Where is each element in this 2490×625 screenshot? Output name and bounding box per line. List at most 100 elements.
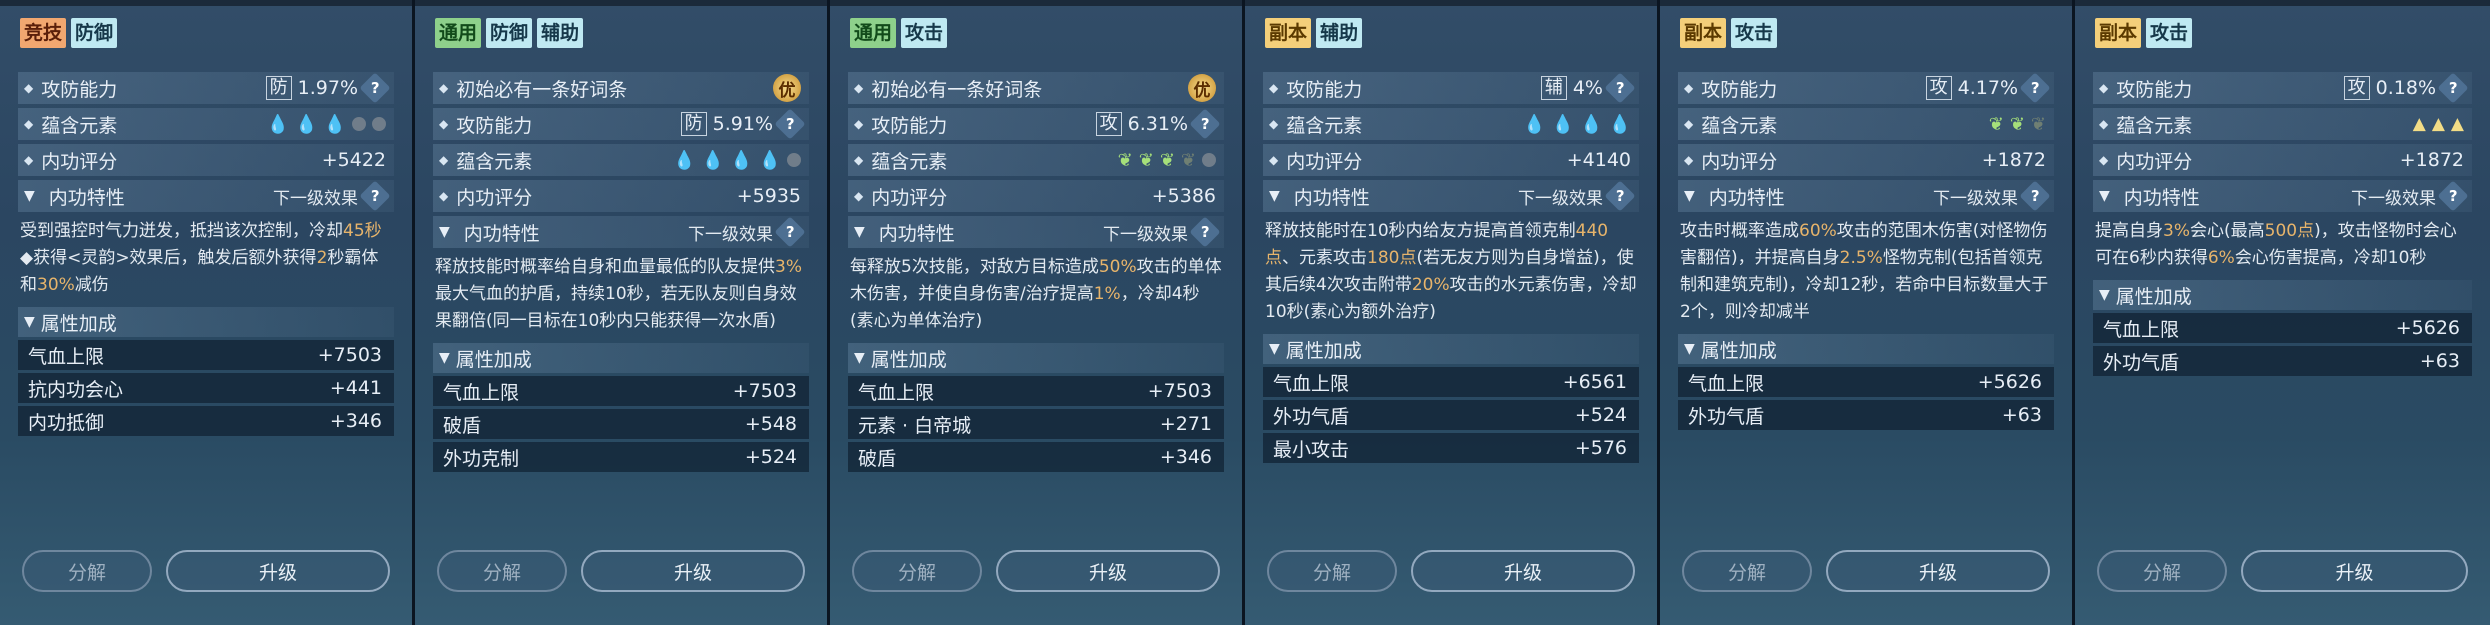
help-icon[interactable]: ?: [1189, 108, 1221, 140]
attribute-name: 内功抵御: [28, 411, 105, 434]
help-icon[interactable]: ?: [774, 216, 806, 248]
score-row: ◆ 内功评分 +1872: [2093, 144, 2472, 176]
desc-text: 会心(最高: [2189, 221, 2265, 241]
decompose-button[interactable]: 分解: [1682, 550, 1812, 592]
attribute-row: 气血上限 +7503: [18, 340, 394, 370]
diamond-bullet-icon: ◆: [1269, 153, 1279, 167]
diamond-bullet-icon: ◆: [2099, 81, 2109, 95]
element-label: 蕴含元素: [456, 150, 533, 173]
attack-defense-value: 6.31%: [1127, 113, 1188, 135]
diamond-bullet-icon: ◆: [439, 81, 449, 95]
upgrade-button[interactable]: 升级: [581, 550, 805, 592]
upgrade-button[interactable]: 升级: [1826, 550, 2050, 592]
trait-label: 内功特性: [2123, 186, 2200, 209]
help-icon[interactable]: ?: [359, 72, 391, 104]
help-icon[interactable]: ?: [1604, 180, 1636, 212]
chevron-down-icon: ▼: [439, 224, 450, 240]
diamond-bullet-icon: ◆: [439, 189, 449, 203]
attribute-row: 破盾 +346: [848, 442, 1224, 472]
upgrade-button[interactable]: 升级: [2241, 550, 2468, 592]
upgrade-button[interactable]: 升级: [1411, 550, 1635, 592]
highlight-value: 45秒: [343, 221, 382, 241]
diamond-bullet-icon: ◆: [854, 117, 864, 131]
element-row: ◆ 蕴含元素 ❦ ❦ ❦: [1678, 108, 2054, 140]
decompose-button[interactable]: 分解: [22, 550, 152, 592]
must-have-row: ◆ 初始必有一条好词条 优: [848, 72, 1224, 104]
element-label: 蕴含元素: [1286, 114, 1363, 137]
help-icon[interactable]: ?: [2019, 180, 2051, 212]
attribute-bonus-header[interactable]: ▼ 属性加成: [848, 343, 1224, 373]
skill-card-6: 副本 攻击 ◆ 攻防能力 攻 0.18% ? ◆ 蕴含元素 ▲ ▲ ▲ ◆ 内功…: [2075, 0, 2490, 625]
highlight-value: 3%: [2163, 221, 2190, 241]
score-label: 内功评分: [871, 186, 948, 209]
highlight-value: 50%: [1098, 257, 1137, 277]
upgrade-button[interactable]: 升级: [166, 550, 390, 592]
tag-arena: 竞技: [20, 18, 67, 48]
attribute-name: 气血上限: [858, 381, 935, 404]
help-icon[interactable]: ?: [2437, 180, 2469, 212]
trait-description: 释放技能时在10秒内给友方提高首领克制440点、元素攻击180点(若无友方则为自…: [1265, 218, 1637, 326]
trait-row[interactable]: ▼ 内功特性 下一级效果?: [1678, 180, 2054, 212]
help-icon[interactable]: ?: [1604, 72, 1636, 104]
help-icon[interactable]: ?: [774, 108, 806, 140]
attack-defense-value: 4.17%: [1957, 77, 2018, 99]
attribute-bonus-header[interactable]: ▼ 属性加成: [1678, 334, 2054, 364]
wood-leaf-dim-icon: ❦: [1180, 149, 1196, 171]
attack-defense-value: 4%: [1572, 77, 1603, 99]
wood-leaf-icon: ❦: [1988, 113, 2004, 135]
attribute-bonus-header[interactable]: ▼ 属性加成: [2093, 280, 2472, 310]
score-value: +1872: [1981, 149, 2046, 171]
attribute-name: 气血上限: [1273, 372, 1350, 395]
attack-defense-value: 5.91%: [712, 113, 773, 135]
help-icon[interactable]: ?: [2019, 72, 2051, 104]
help-icon[interactable]: ?: [2437, 72, 2469, 104]
stat-type-badge: 防: [680, 112, 707, 136]
diamond-bullet-icon: ◆: [439, 153, 449, 167]
tag-dungeon: 副本: [1680, 18, 1727, 48]
trait-row[interactable]: ▼ 内功特性 下一级效果?: [848, 216, 1224, 248]
attribute-row: 气血上限 +5626: [2093, 313, 2472, 343]
trait-description: 攻击时概率造成60%攻击的范围木伤害(对怪物伤害翻倍)，并提高自身2.5%怪物克…: [1680, 218, 2052, 326]
trait-label: 内功特性: [1293, 186, 1370, 209]
element-label: 蕴含元素: [1701, 114, 1778, 137]
attribute-name: 外功气盾: [1688, 405, 1765, 428]
decompose-button[interactable]: 分解: [2097, 550, 2227, 592]
highlight-value: 20%: [1411, 275, 1450, 295]
upgrade-button[interactable]: 升级: [996, 550, 1220, 592]
highlight-value: 3%: [775, 257, 802, 277]
card-tags: 副本 辅助: [1265, 18, 1363, 48]
card-tags: 副本 攻击: [1680, 18, 1778, 48]
trait-row[interactable]: ▼ 内功特性 下一级效果?: [18, 180, 394, 212]
diamond-bullet-icon: ◆: [439, 117, 449, 131]
water-drop-dim-icon: 💧: [758, 149, 781, 171]
attribute-bonus-header[interactable]: ▼ 属性加成: [18, 307, 394, 337]
attack-defense-row: ◆ 攻防能力 防 1.97% ?: [18, 72, 394, 104]
attack-defense-label: 攻防能力: [871, 114, 948, 137]
decompose-button[interactable]: 分解: [852, 550, 982, 592]
attribute-name: 气血上限: [28, 345, 105, 368]
help-icon[interactable]: ?: [359, 180, 391, 212]
trait-row[interactable]: ▼ 内功特性 下一级效果?: [1263, 180, 1639, 212]
water-drop-icon: 💧: [701, 149, 725, 171]
score-label: 内功评分: [1701, 150, 1778, 173]
water-drop-icon: 💧: [673, 149, 696, 171]
decompose-button[interactable]: 分解: [437, 550, 567, 592]
must-have-row: ◆ 初始必有一条好词条 优: [433, 72, 809, 104]
attribute-value: +548: [744, 413, 797, 435]
attack-defense-value: 0.18%: [2375, 77, 2436, 99]
card-tags: 通用 防御 辅助: [435, 18, 584, 48]
water-drop-icon: 💧: [323, 113, 346, 135]
desc-text: 、元素攻击: [1282, 248, 1367, 268]
attribute-bonus-header[interactable]: ▼ 属性加成: [433, 343, 809, 373]
element-row: ◆ 蕴含元素 💧 💧 💧 💧: [433, 144, 809, 176]
trait-row[interactable]: ▼ 内功特性 下一级效果?: [433, 216, 809, 248]
help-icon[interactable]: ?: [1189, 216, 1221, 248]
chevron-down-icon: ▼: [24, 314, 35, 330]
next-level-label: 下一级效果: [688, 224, 773, 245]
attribute-bonus-header[interactable]: ▼ 属性加成: [1263, 334, 1639, 364]
diamond-bullet-icon: ◆: [2099, 153, 2109, 167]
trait-row[interactable]: ▼ 内功特性 下一级效果?: [2093, 180, 2472, 212]
attribute-name: 外功气盾: [2103, 351, 2180, 374]
decompose-button[interactable]: 分解: [1267, 550, 1397, 592]
attack-defense-label: 攻防能力: [1701, 78, 1778, 101]
